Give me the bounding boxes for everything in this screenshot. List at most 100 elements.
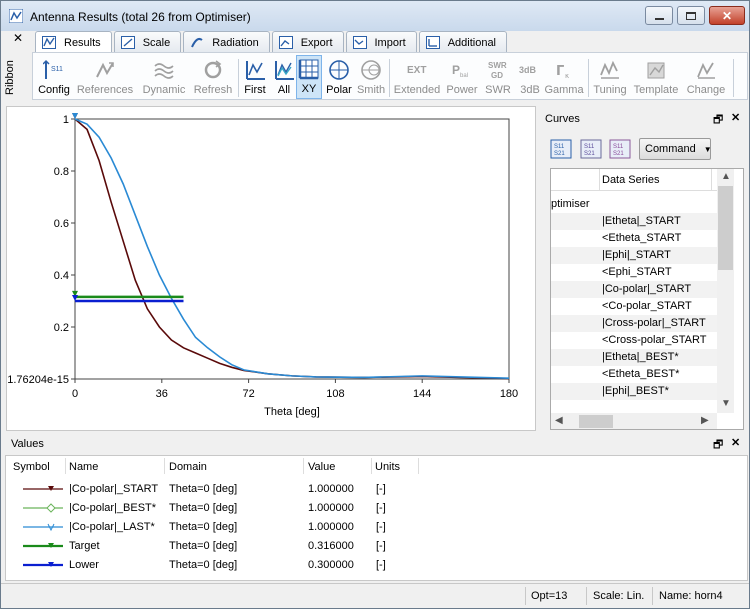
xy-chart[interactable]: 0 36 72 108 144 180 1.76204e-15 0.2 0.4 0.6 0.8 1 Th… bbox=[7, 107, 535, 430]
series-label: |Etheta|_START bbox=[602, 215, 681, 227]
horizontal-scrollbar[interactable]: ◀ ▶ bbox=[551, 413, 717, 429]
close-button[interactable]: ✕ bbox=[709, 6, 745, 25]
swr-button[interactable]: SWR GD SWR bbox=[482, 57, 514, 99]
status-bar: Opt=13 Scale: Lin. Name: horn4 bbox=[1, 583, 749, 608]
vertical-scrollbar[interactable]: ▲ ▼ bbox=[717, 169, 734, 413]
close-icon[interactable]: ✕ bbox=[731, 436, 740, 449]
row-name: Target bbox=[69, 540, 100, 552]
y-tick-label: 1.76204e-15 bbox=[7, 374, 69, 386]
change-button[interactable]: Change bbox=[685, 57, 727, 99]
scroll-right-icon[interactable]: ▶ bbox=[701, 415, 709, 426]
series-label: |Cross-polar|_START bbox=[602, 317, 706, 329]
references-icon bbox=[96, 62, 114, 78]
s-parameter-icon[interactable]: S11S21 bbox=[550, 139, 572, 159]
template-icon bbox=[647, 62, 665, 79]
xy-button[interactable]: XY bbox=[296, 55, 322, 99]
close-icon[interactable]: ✕ bbox=[731, 111, 740, 124]
float-icon[interactable]: 🗗 bbox=[713, 111, 723, 130]
tab-import[interactable]: Import bbox=[345, 31, 417, 53]
svg-text:S11: S11 bbox=[51, 66, 63, 73]
dynamic-button[interactable]: Dynamic bbox=[141, 57, 187, 99]
config-button[interactable]: S11 Config bbox=[35, 57, 73, 99]
x-tick-label: 144 bbox=[413, 388, 431, 400]
smith-button[interactable]: Smith bbox=[356, 57, 386, 99]
curves-panel-title: Curves bbox=[545, 113, 580, 125]
first-button[interactable]: First bbox=[241, 57, 269, 99]
table-row[interactable]: |Co-polar|_BEST* Theta=0 [deg] 1.000000 [-] bbox=[6, 499, 746, 518]
svg-text:S21: S21 bbox=[554, 151, 565, 157]
row-value: 0.300000 bbox=[308, 559, 354, 571]
s-parameter-icon[interactable]: S11S21 bbox=[609, 139, 631, 159]
float-icon[interactable]: 🗗 bbox=[713, 436, 723, 455]
list-item[interactable]: <Etheta_START bbox=[551, 230, 717, 247]
data-series-list: Data Series ptimiser |Etheta|_START <Ethe… bbox=[550, 168, 744, 430]
tab-export[interactable]: Export bbox=[271, 31, 344, 53]
list-item[interactable]: <Cross-polar_START bbox=[551, 332, 717, 349]
polar-button[interactable]: Polar bbox=[324, 57, 354, 99]
export-tab-icon bbox=[278, 36, 293, 49]
list-item[interactable]: <Co-polar_START bbox=[551, 298, 717, 315]
gamma-button[interactable]: Γκ Gamma bbox=[544, 57, 584, 99]
row-name: Lower bbox=[69, 559, 99, 571]
all-button[interactable]: All bbox=[271, 57, 297, 99]
list-item[interactable]: |Etheta|_BEST* bbox=[551, 349, 717, 366]
list-item[interactable]: |Cross-polar|_START bbox=[551, 315, 717, 332]
command-dropdown[interactable]: Command ▼ bbox=[639, 138, 712, 160]
maximize-button[interactable] bbox=[677, 6, 705, 25]
table-row[interactable]: Lower Theta=0 [deg] 0.300000 [-] bbox=[6, 556, 746, 575]
template-button[interactable]: Template bbox=[631, 57, 681, 99]
tab-label: Radiation bbox=[212, 36, 259, 49]
power-button[interactable]: Pbal Power bbox=[444, 57, 480, 99]
list-item[interactable]: |Ephi|_START bbox=[551, 247, 717, 264]
ribbon-close-icon[interactable]: ✕ bbox=[13, 31, 23, 45]
row-value: 0.316000 bbox=[308, 540, 354, 552]
power-icon: Pbal bbox=[452, 63, 468, 79]
row-domain: Theta=0 [deg] bbox=[169, 502, 238, 514]
3db-button[interactable]: 3dB 3dB bbox=[516, 57, 544, 99]
table-row[interactable]: |Co-polar|_START Theta=0 [deg] 1.000000 [-] bbox=[6, 480, 746, 499]
tuning-button[interactable]: Tuning bbox=[591, 57, 629, 99]
scroll-up-icon[interactable]: ▲ bbox=[721, 171, 731, 182]
references-button[interactable]: References bbox=[75, 57, 135, 99]
table-row[interactable]: |Co-polar|_LAST* Theta=0 [deg] 1.000000 [-] bbox=[6, 518, 746, 537]
list-item[interactable]: |Etheta|_START bbox=[551, 213, 717, 230]
series-label: <Etheta_START bbox=[602, 232, 682, 244]
x-tick-label: 72 bbox=[242, 388, 254, 400]
scrollbar-thumb[interactable] bbox=[579, 415, 613, 428]
x-tick-label: 108 bbox=[326, 388, 344, 400]
scroll-left-icon[interactable]: ◀ bbox=[555, 415, 563, 426]
tab-additional[interactable]: Additional bbox=[418, 31, 508, 53]
plot-frame bbox=[74, 118, 510, 380]
x-tick-label: 0 bbox=[72, 388, 78, 400]
tab-radiation[interactable]: Radiation bbox=[183, 31, 270, 53]
tab-label: Additional bbox=[447, 36, 497, 49]
config-icon: S11 bbox=[43, 59, 63, 79]
extended-button[interactable]: EXT Extended bbox=[392, 57, 442, 99]
scrollbar-thumb[interactable] bbox=[718, 186, 733, 270]
scroll-down-icon[interactable]: ▼ bbox=[721, 398, 731, 409]
tab-results[interactable]: Results bbox=[35, 31, 112, 53]
series-group-label[interactable]: ptimiser bbox=[551, 198, 590, 210]
list-item[interactable]: |Co-polar|_START bbox=[551, 281, 717, 298]
refresh-button[interactable]: Refresh bbox=[191, 57, 235, 99]
list-item[interactable]: <Ephi_START bbox=[551, 264, 717, 281]
list-item[interactable]: <Etheta_BEST* bbox=[551, 366, 717, 383]
close-icon: ✕ bbox=[721, 8, 733, 23]
table-row[interactable]: Target Theta=0 [deg] 0.316000 [-] bbox=[6, 537, 746, 556]
row-value: 1.000000 bbox=[308, 483, 354, 495]
svg-text:S11: S11 bbox=[584, 144, 595, 150]
antenna-results-window: Antenna Results (total 26 from Optimiser… bbox=[0, 0, 750, 609]
ribbon-separator bbox=[588, 59, 589, 97]
row-units: [-] bbox=[376, 483, 386, 495]
list-item[interactable]: |Ephi|_BEST* bbox=[551, 383, 717, 400]
swr-gd-icon: SWRGD bbox=[488, 61, 507, 80]
series-label: |Ephi|_START bbox=[602, 249, 671, 261]
row-name: |Co-polar|_LAST* bbox=[69, 521, 155, 533]
svg-text:Γ: Γ bbox=[556, 64, 564, 79]
minimize-button[interactable] bbox=[645, 6, 673, 25]
tab-scale[interactable]: Scale bbox=[113, 31, 182, 53]
series-line-1 bbox=[74, 118, 510, 380]
tuning-icon bbox=[600, 60, 619, 79]
series-symbol bbox=[23, 486, 63, 491]
s-parameter-icon[interactable]: S11S21 bbox=[580, 139, 602, 159]
